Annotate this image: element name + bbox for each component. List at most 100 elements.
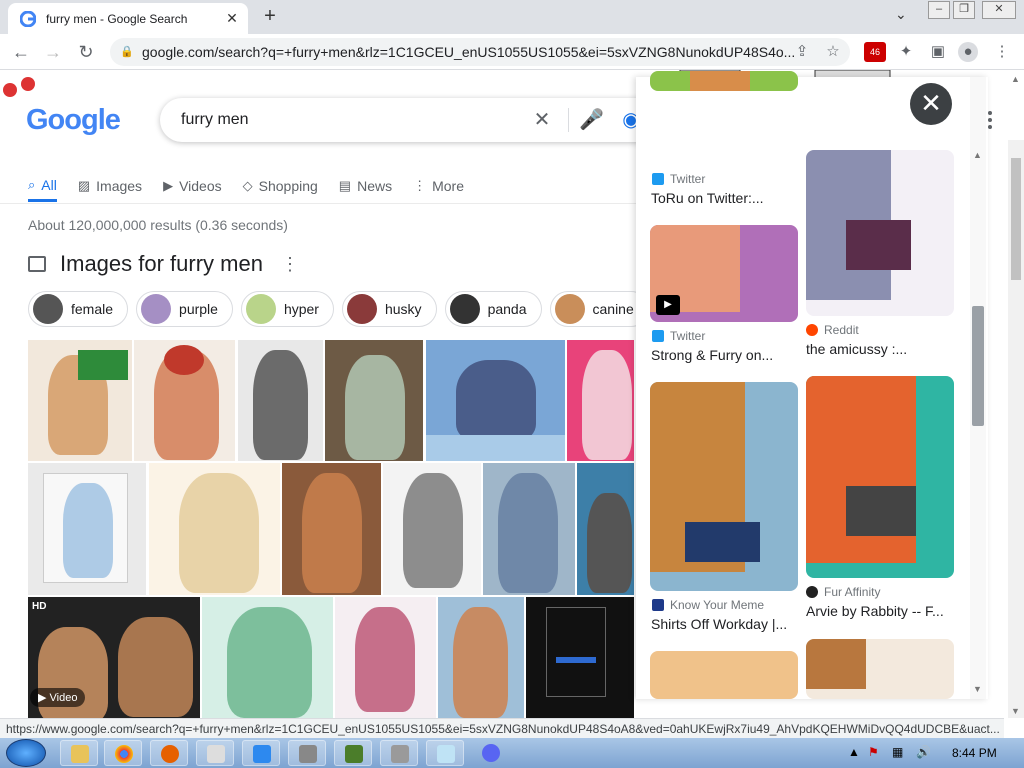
panel-title[interactable]: Strong & Furry on... [651,347,773,363]
image-icon [28,256,46,272]
google-logo[interactable]: Google [26,104,121,137]
browser-tab[interactable]: furry men - Google Search ✕ [8,3,248,34]
panel-title[interactable]: the amicussy :... [806,341,907,357]
taskbar-minecraft[interactable] [334,740,372,766]
tab-all[interactable]: ⌕ All [28,170,57,202]
url-text: google.com/search?q=+furry+men&rlz=1C1GC… [142,44,796,60]
scroll-up-icon[interactable]: ▲ [1011,74,1020,84]
image-result[interactable] [134,340,235,461]
reload-icon[interactable]: ↻ [73,40,99,64]
image-result[interactable] [335,597,436,718]
image-result[interactable] [325,340,423,461]
taskbar-app[interactable] [380,740,418,766]
taskbar-explorer[interactable] [60,740,98,766]
panel-title[interactable]: ToRu on Twitter:... [651,190,764,206]
panel-image[interactable] [806,150,954,316]
image-result[interactable] [383,463,481,595]
chip-husky[interactable]: husky [341,291,437,327]
taskbar-chrome[interactable] [104,740,142,766]
panel-scrollbar-thumb[interactable] [972,306,984,426]
address-bar[interactable]: 🔒 google.com/search?q=+furry+men&rlz=1C1… [110,38,850,66]
image-result[interactable] [28,340,132,461]
panel-title[interactable]: Arvie by Rabbity -- F... [806,603,944,619]
maximize-icon[interactable]: ❐ [953,1,975,19]
tab-more[interactable]: ⋮ More [413,170,464,202]
more-vert-icon: ⋮ [413,178,427,193]
image-result[interactable] [483,463,575,595]
profile-avatar-icon[interactable]: ● [958,42,978,62]
panel-image[interactable]: ▶ [650,225,798,322]
scroll-down-icon[interactable]: ▼ [1011,706,1020,716]
images-heading-text[interactable]: Images for furry men [60,251,263,277]
tab-close-icon[interactable]: ✕ [224,10,240,27]
panel-title[interactable]: Shirts Off Workday |... [651,616,787,632]
folder-icon [71,745,89,763]
panel-image[interactable] [650,651,798,699]
tab-shopping[interactable]: ◇ Shopping [243,170,318,202]
tab-search-chevron-icon[interactable]: ⌄ [895,6,907,23]
bookmark-star-icon[interactable]: ☆ [823,42,843,62]
page-scrollbar-thumb[interactable] [1011,158,1021,280]
more-vert-icon[interactable]: ⋮ [281,254,299,275]
image-result[interactable] [567,340,634,461]
taskbar-app[interactable] [288,740,326,766]
clear-icon[interactable]: ✕ [530,108,554,132]
chip-hyper[interactable]: hyper [240,291,334,327]
chip-panda[interactable]: panda [444,291,542,327]
clock[interactable]: 8:44 PM [952,746,997,760]
search-box[interactable]: furry men ✕ 🎤 ◉ ⌕ [160,98,700,142]
image-result[interactable] [282,463,381,595]
chip-female[interactable]: female [28,291,129,327]
window-close-icon[interactable]: ✕ [982,1,1016,19]
panel-image[interactable] [806,376,954,578]
tab-label: News [357,178,393,194]
new-tab-icon[interactable]: + [258,6,282,28]
app-icon [391,745,409,763]
taskbar-app[interactable] [242,740,280,766]
side-panel-icon[interactable]: ▣ [928,42,948,62]
forward-icon[interactable]: → [40,40,66,64]
image-result[interactable] [149,463,280,595]
back-icon[interactable]: ← [8,40,34,64]
extension-badge-icon[interactable]: 46 [864,42,886,62]
taskbar-app[interactable] [196,740,234,766]
share-icon[interactable]: ⇪ [792,42,812,62]
tab-videos[interactable]: ▶ Videos [163,170,222,202]
image-result[interactable] [28,463,146,595]
scroll-down-icon[interactable]: ▼ [973,684,982,694]
chip-label: panda [487,301,527,317]
taskbar-notepad[interactable] [426,740,464,766]
chip-thumbnail [33,294,63,324]
chip-label: purple [179,301,218,317]
chip-label: female [71,301,114,317]
chip-purple[interactable]: purple [136,291,233,327]
tab-news[interactable]: ▤ News [339,170,392,202]
image-result[interactable] [577,463,634,595]
start-button[interactable] [6,739,46,767]
image-result[interactable] [202,597,333,718]
browser-menu-icon[interactable]: ⋮ [992,42,1012,62]
lock-icon: 🔒 [120,46,134,58]
mic-icon[interactable]: 🎤 [579,108,604,132]
close-icon[interactable]: ✕ [910,83,952,125]
scroll-up-icon[interactable]: ▲ [973,150,982,160]
tab-images[interactable]: ▨ Images [78,170,142,202]
extensions-puzzle-icon[interactable]: ✦ [896,42,916,62]
taskbar-discord[interactable] [472,740,510,766]
panel-image[interactable] [650,382,798,591]
tray-arrow-icon[interactable]: ▲ [848,745,860,759]
panel-image[interactable] [650,71,798,91]
panel-image[interactable] [806,639,954,699]
chip-canine[interactable]: canine [549,291,649,327]
chip-thumbnail [245,294,276,324]
image-result[interactable] [438,597,524,718]
network-icon[interactable]: ▦ [892,745,903,759]
volume-icon[interactable]: 🔊 [916,745,931,759]
image-result[interactable] [526,597,634,718]
taskbar-firefox[interactable] [150,740,188,766]
flag-icon[interactable]: ⚑ [868,745,879,759]
search-input[interactable]: furry men [181,111,249,129]
image-result[interactable] [238,340,323,461]
minimize-icon[interactable]: – [928,1,950,19]
image-result[interactable] [426,340,565,461]
